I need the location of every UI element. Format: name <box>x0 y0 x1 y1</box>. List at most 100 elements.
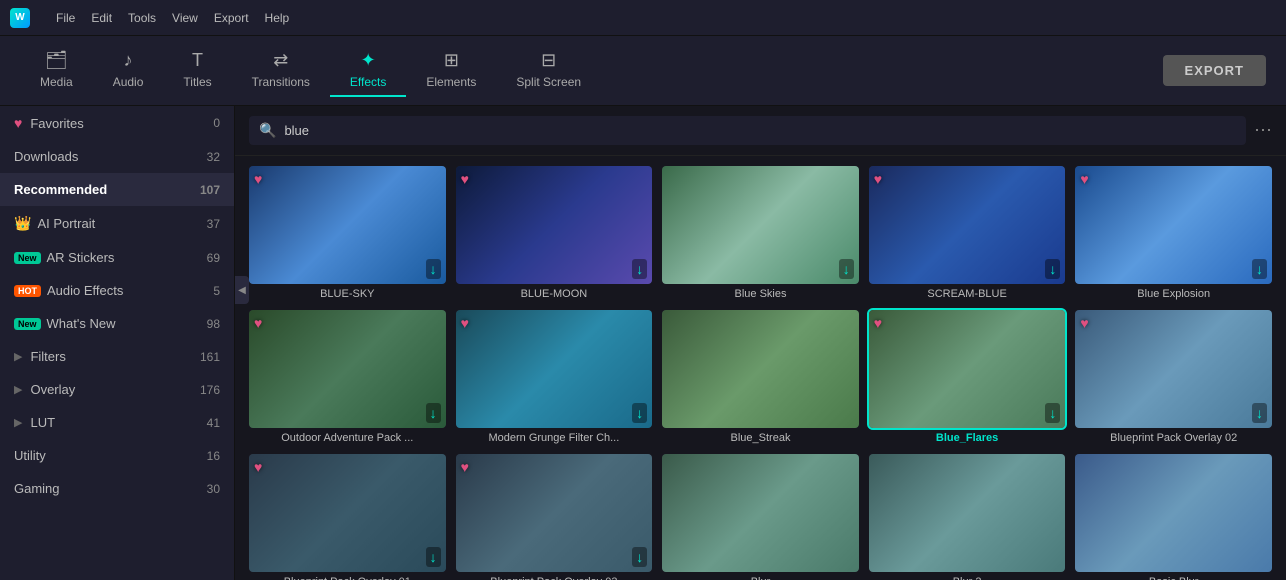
sidebar-item-downloads[interactable]: Downloads32 <box>0 140 234 173</box>
menu-item-view[interactable]: View <box>172 11 198 25</box>
menu-item-file[interactable]: File <box>56 11 75 25</box>
grid-item[interactable]: ♥↓BLUE-SKY <box>249 166 446 300</box>
sidebar-item-count: 32 <box>207 150 220 164</box>
effect-label: Modern Grunge Filter Ch... <box>456 432 653 444</box>
grid-item[interactable]: Blur <box>662 454 859 580</box>
effect-thumbnail: ♥↓ <box>249 454 446 572</box>
sidebar-item-label: LUT <box>30 415 55 430</box>
search-input[interactable] <box>284 123 1236 138</box>
app-logo: W <box>10 8 36 28</box>
toolbar-item-audio[interactable]: ♪Audio <box>93 44 164 97</box>
toolbar-icon-titles: T <box>192 50 203 71</box>
search-input-wrap[interactable]: 🔍 <box>249 116 1246 145</box>
grid-view-icon[interactable]: ⋯ <box>1254 120 1272 141</box>
menu-item-tools[interactable]: Tools <box>128 11 156 25</box>
collapse-sidebar-button[interactable]: ◀ <box>235 276 249 304</box>
thumbnail-bg <box>456 166 653 284</box>
sidebar-item-what-s-new[interactable]: NewWhat's New98 <box>0 307 234 340</box>
toolbar-label-titles: Titles <box>183 75 211 89</box>
toolbar-item-effects[interactable]: ✦Effects <box>330 44 406 97</box>
sidebar-item-overlay[interactable]: ▶ Overlay 176 <box>0 373 234 406</box>
effect-label: Blue Skies <box>662 288 859 300</box>
sidebar-item-lut[interactable]: ▶LUT41 <box>0 406 234 439</box>
toolbar-items: 🗂Media♪Audio T Titles ⇄Transitions✦Effects⊞… <box>20 44 1163 97</box>
download-icon[interactable]: ↓ <box>632 259 647 279</box>
favorite-icon: ♥ <box>461 171 469 187</box>
download-icon[interactable]: ↓ <box>839 259 854 279</box>
grid-item[interactable]: ♥↓ Blue Explosion <box>1075 166 1272 300</box>
toolbar-item-transitions[interactable]: ⇄Transitions <box>232 44 330 97</box>
sidebar-item-ai-portrait[interactable]: 👑AI Portrait37 <box>0 206 234 241</box>
download-icon[interactable]: ↓ <box>1045 403 1060 423</box>
menu-item-export[interactable]: Export <box>214 11 249 25</box>
toolbar-icon-audio: ♪ <box>124 50 133 71</box>
grid-item[interactable]: ♥↓SCREAM-BLUE <box>869 166 1066 300</box>
sidebar-item-ar-stickers[interactable]: NewAR Stickers69 <box>0 241 234 274</box>
grid-item[interactable]: ♥↓Outdoor Adventure Pack ... <box>249 310 446 444</box>
sidebar-item-label: Overlay <box>30 382 75 397</box>
grid-item[interactable]: Blue_Streak <box>662 310 859 444</box>
sidebar-item-count: 30 <box>207 482 220 496</box>
download-icon[interactable]: ↓ <box>632 547 647 567</box>
grid-item[interactable]: ♥ ↓ BLUE-MOON <box>456 166 653 300</box>
toolbar-label-transitions: Transitions <box>252 75 310 89</box>
export-button[interactable]: EXPORT <box>1163 55 1266 86</box>
download-icon[interactable]: ↓ <box>426 259 441 279</box>
sidebar-item-count: 161 <box>200 350 220 364</box>
sidebar-item-filters[interactable]: ▶ Filters 161 <box>0 340 234 373</box>
grid-item[interactable]: ♥↓Blue_Flares <box>869 310 1066 444</box>
menu-bar[interactable]: File Edit Tools View Export Help <box>56 11 289 25</box>
effect-thumbnail: ♥↓ <box>456 454 653 572</box>
thumbnail-bg <box>662 310 859 428</box>
effect-thumbnail: ♥↓ <box>249 310 446 428</box>
menu-item-edit[interactable]: Edit <box>91 11 112 25</box>
crown-icon: 👑 <box>14 215 31 232</box>
sidebar-item-favorites[interactable]: ♥Favorites0 <box>0 106 234 140</box>
download-icon[interactable]: ↓ <box>1252 403 1267 423</box>
effects-grid-area: ♥↓BLUE-SKY♥↓BLUE-MOON↓Blue Skies♥↓SCREAM… <box>235 156 1286 580</box>
effect-label: BLUE-MOON <box>456 288 653 300</box>
expand-arrow-icon: ▶ <box>14 350 22 363</box>
toolbar-item-elements[interactable]: ⊞Elements <box>406 44 496 97</box>
sidebar-item-gaming[interactable]: Gaming30 <box>0 472 234 505</box>
grid-item[interactable]: ↓ Blue Skies <box>662 166 859 300</box>
sidebar-item-label: Filters <box>30 349 65 364</box>
toolbar-item-titles[interactable]: T Titles <box>163 44 231 97</box>
grid-item[interactable]: ♥↓Modern Grunge Filter Ch... <box>456 310 653 444</box>
grid-item[interactable]: ♥↓ Blueprint Pack Overlay 03 <box>456 454 653 580</box>
thumbnail-bg <box>249 454 446 572</box>
sidebar-item-count: 176 <box>200 383 220 397</box>
sidebar-item-label: AI Portrait <box>37 216 95 231</box>
effect-label: Blue Explosion <box>1075 288 1272 300</box>
thumbnail-bg <box>869 166 1066 284</box>
grid-item[interactable]: Basic Blur <box>1075 454 1272 580</box>
effect-thumbnail: ♥↓ <box>1075 166 1272 284</box>
sidebar-item-label: Utility <box>14 448 46 463</box>
new-badge: New <box>14 318 41 330</box>
sidebar-item-count: 69 <box>207 251 220 265</box>
sidebar-item-count: 107 <box>200 183 220 197</box>
sidebar-item-utility[interactable]: Utility16 <box>0 439 234 472</box>
effect-label: Blueprint Pack Overlay 03 <box>456 576 653 580</box>
grid-item[interactable]: ♥↓Blueprint Pack Overlay 02 <box>1075 310 1272 444</box>
search-bar: 🔍 ⋯ <box>235 106 1286 156</box>
menu-item-help[interactable]: Help <box>265 11 290 25</box>
sidebar-item-count: 0 <box>213 116 220 130</box>
download-icon[interactable]: ↓ <box>1045 259 1060 279</box>
download-icon[interactable]: ↓ <box>426 547 441 567</box>
toolbar-item-media[interactable]: 🗂Media <box>20 44 93 97</box>
sidebar-item-recommended[interactable]: Recommended107 <box>0 173 234 206</box>
download-icon[interactable]: ↓ <box>632 403 647 423</box>
sidebar-item-audio-effects[interactable]: HOTAudio Effects5 <box>0 274 234 307</box>
hot-badge: HOT <box>14 285 41 297</box>
thumbnail-bg <box>1075 310 1272 428</box>
effect-label: Blueprint Pack Overlay 02 <box>1075 432 1272 444</box>
download-icon[interactable]: ↓ <box>1252 259 1267 279</box>
download-icon[interactable]: ↓ <box>426 403 441 423</box>
toolbar-item-split-screen[interactable]: ⊟Split Screen <box>496 44 601 97</box>
grid-item[interactable]: Blur 2 <box>869 454 1066 580</box>
logo-icon: W <box>10 8 30 28</box>
grid-item[interactable]: ♥↓Blueprint Pack Overlay 01 <box>249 454 446 580</box>
expand-arrow-icon: ▶ <box>14 383 22 396</box>
expand-arrow-icon: ▶ <box>14 416 22 429</box>
